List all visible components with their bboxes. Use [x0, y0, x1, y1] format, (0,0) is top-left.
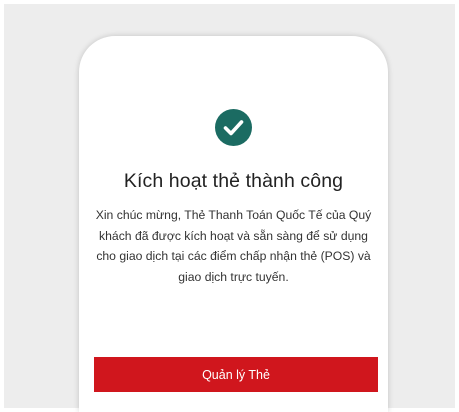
activation-success-card: Kích hoạt thẻ thành công Xin chúc mừng, …	[79, 36, 388, 412]
success-check-icon	[215, 109, 252, 146]
dialog-title: Kích hoạt thẻ thành công	[123, 170, 344, 192]
dialog-message: Xin chúc mừng, Thẻ Thanh Toán Quốc Tế củ…	[95, 208, 372, 284]
manage-card-button[interactable]: Quản lý Thẻ	[94, 357, 378, 392]
